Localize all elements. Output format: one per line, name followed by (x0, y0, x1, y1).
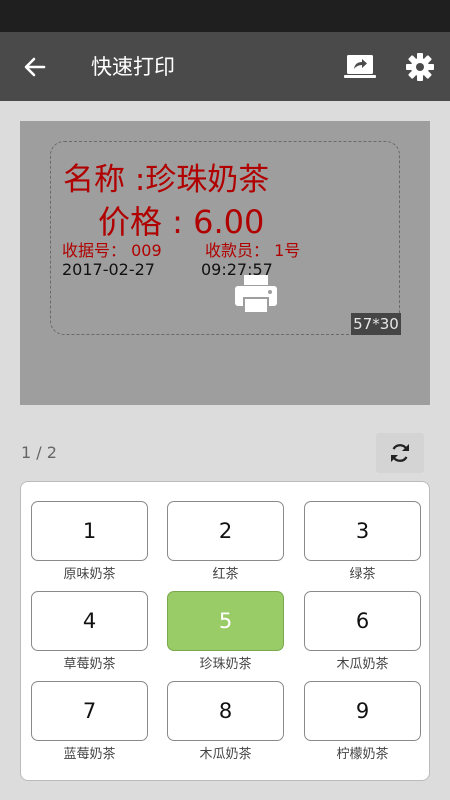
printer-icon (235, 275, 277, 314)
label-outline: 名称 :珍珠奶茶 价格 : 6.00 收据号： 009 收款员： 1号 2017… (50, 141, 400, 335)
product-key-4[interactable]: 4 (31, 591, 148, 651)
label-date: 2017-02-27 (62, 260, 155, 279)
page-indicator: 1 / 2 (21, 443, 57, 462)
product-caption: 木瓜奶茶 (199, 747, 252, 762)
back-button[interactable] (20, 52, 50, 82)
product-key-3[interactable]: 3 (304, 501, 421, 561)
product-item: 6 木瓜奶茶 (304, 591, 421, 672)
label-preview: 名称 :珍珠奶茶 价格 : 6.00 收据号： 009 收款员： 1号 2017… (20, 121, 430, 405)
product-key-5[interactable]: 5 (167, 591, 284, 651)
screen-share-button[interactable] (344, 53, 376, 81)
product-key-9[interactable]: 9 (304, 681, 421, 741)
label-receipt-line: 收据号： 009 (62, 241, 162, 260)
product-item: 9 柠檬奶茶 (304, 681, 421, 762)
product-key-2[interactable]: 2 (167, 501, 284, 561)
print-button[interactable] (231, 269, 281, 319)
product-key-1[interactable]: 1 (31, 501, 148, 561)
product-item: 3 绿茶 (304, 501, 421, 582)
product-key-6[interactable]: 6 (304, 591, 421, 651)
product-item: 1 原味奶茶 (31, 501, 148, 582)
product-caption: 柠檬奶茶 (336, 747, 389, 762)
product-item: 7 蓝莓奶茶 (31, 681, 148, 762)
product-caption: 绿茶 (349, 567, 376, 582)
arrow-left-icon (24, 57, 46, 77)
label-size-tag: 57*30 (351, 313, 401, 335)
refresh-icon (391, 444, 409, 462)
product-item: 4 草莓奶茶 (31, 591, 148, 672)
label-cashier-line: 收款员： 1号 (205, 241, 301, 260)
product-caption: 木瓜奶茶 (336, 657, 389, 672)
product-grid: 1 原味奶茶 2 红茶 3 绿茶 4 草莓奶茶 5 珍珠奶茶 6 木瓜奶茶 7 … (20, 481, 430, 781)
product-item: 5 珍珠奶茶 (167, 591, 284, 672)
product-item: 2 红茶 (167, 501, 284, 582)
product-caption: 蓝莓奶茶 (63, 747, 116, 762)
product-item: 8 木瓜奶茶 (167, 681, 284, 762)
settings-button[interactable] (404, 51, 436, 83)
product-key-7[interactable]: 7 (31, 681, 148, 741)
product-caption: 草莓奶茶 (63, 657, 116, 672)
status-bar (0, 0, 450, 32)
gear-icon (406, 53, 434, 81)
product-key-8[interactable]: 8 (167, 681, 284, 741)
page-title: 快速打印 (91, 55, 175, 79)
app-bar: 快速打印 (0, 32, 450, 101)
product-caption: 原味奶茶 (63, 567, 116, 582)
label-name-line: 名称 :珍珠奶茶 (63, 162, 270, 198)
product-caption: 红茶 (212, 567, 239, 582)
refresh-button[interactable] (376, 433, 424, 473)
screen-share-icon (344, 55, 376, 78)
product-caption: 珍珠奶茶 (199, 657, 252, 672)
